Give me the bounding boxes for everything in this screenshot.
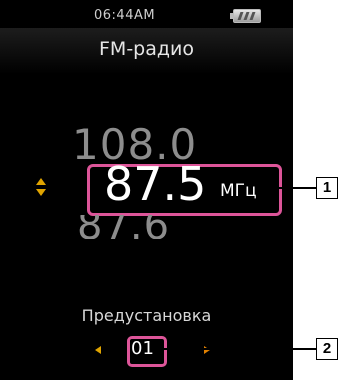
frequency-unit: МГц [220, 181, 257, 201]
down-arrow-icon[interactable] [36, 189, 46, 196]
battery-icon [230, 9, 261, 23]
up-arrow-icon[interactable] [36, 178, 46, 185]
fm-radio-screen: 06:44AM FM-радио 108.0 87.5 МГц 87.6 Пре… [0, 0, 293, 380]
callout-number-1: 1 [316, 177, 338, 199]
preset-left-arrow-icon[interactable] [95, 346, 101, 354]
next-frequency: 87.6 [77, 215, 171, 239]
preset-label: Предустановка [81, 306, 212, 325]
next-frequency-clip: 87.6 [0, 215, 293, 239]
callout-line-2 [161, 348, 316, 350]
current-frequency: 87.5 [104, 157, 207, 211]
callout-number-2: 2 [316, 338, 338, 360]
screen-title: FM-радио [99, 38, 194, 60]
clock-time: 06:44AM [94, 8, 156, 23]
preset-number[interactable]: 01 [131, 338, 154, 359]
status-bar: 06:44AM [0, 0, 293, 28]
up-down-arrows-icon[interactable] [36, 178, 46, 198]
callout-line-1 [276, 187, 316, 189]
